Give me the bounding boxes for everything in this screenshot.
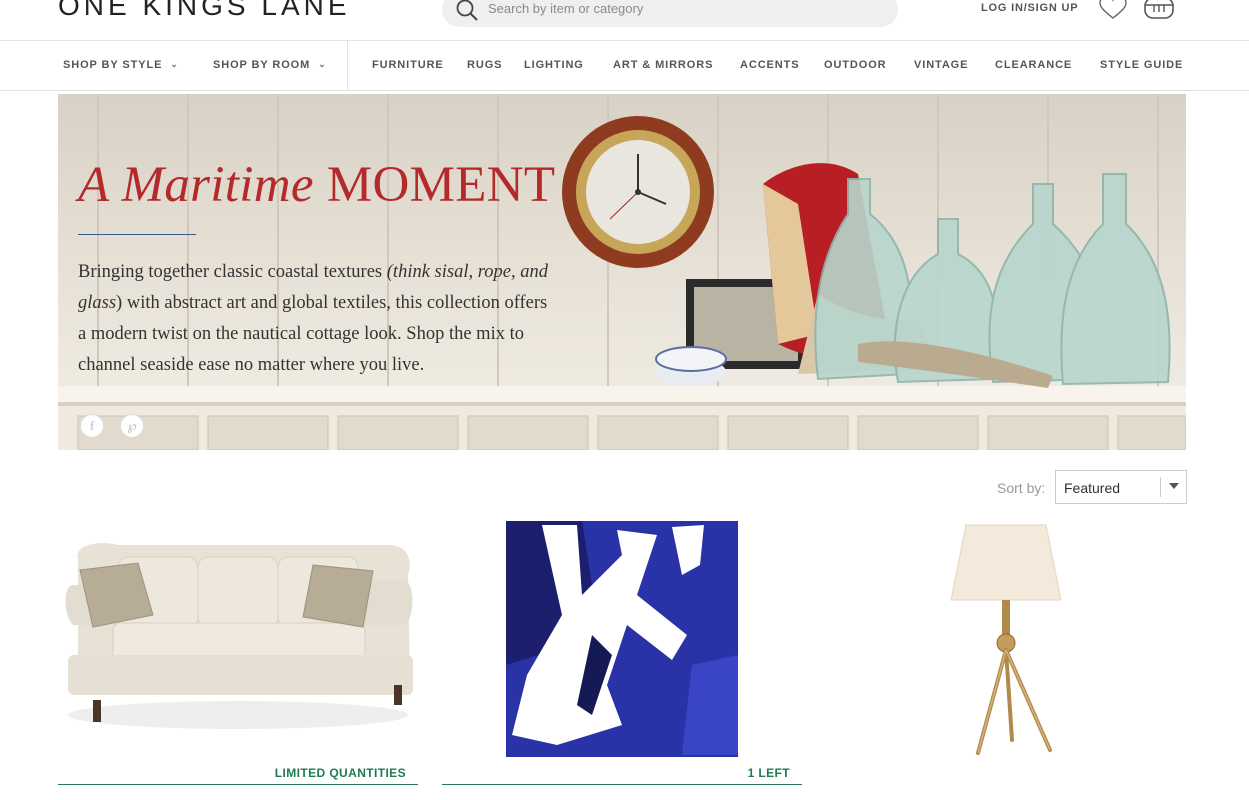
- sort-label: Sort by:: [997, 480, 1046, 496]
- product-badge: 1 LEFT: [747, 766, 790, 780]
- site-header: ONE KINGS LANE LOG IN/SIGN UP: [0, 0, 1249, 41]
- nav-shop-by-room[interactable]: SHOP BY ROOM ⌄: [213, 59, 327, 71]
- nav-label: SHOP BY ROOM: [213, 59, 311, 71]
- sort-separator: [1160, 477, 1161, 497]
- chevron-down-icon: ⌄: [318, 59, 327, 69]
- product-card-sofa[interactable]: LIMITED QUANTITIES: [58, 515, 418, 800]
- hero-banner[interactable]: A Maritime MOMENT Bringing together clas…: [58, 94, 1186, 450]
- product-underline: [442, 784, 802, 785]
- cart-icon[interactable]: [1142, 0, 1176, 20]
- nav-accents[interactable]: ACCENTS: [740, 59, 799, 71]
- nav-rugs[interactable]: RUGS: [467, 59, 502, 71]
- hero-title: A Maritime MOMENT: [78, 156, 555, 214]
- nav-outdoor[interactable]: OUTDOOR: [824, 59, 887, 71]
- hero-divider: [78, 234, 196, 235]
- chevron-down-icon: ⌄: [170, 59, 179, 69]
- product-card-painting[interactable]: 1 LEFT: [442, 515, 802, 800]
- product-underline: [58, 784, 418, 785]
- hero-body-start: Bringing together classic coastal textur…: [78, 262, 387, 282]
- nav-clearance[interactable]: CLEARANCE: [995, 59, 1072, 71]
- search-bar[interactable]: [442, 0, 898, 27]
- nav-style-guide[interactable]: STYLE GUIDE: [1100, 59, 1183, 71]
- login-signup-link[interactable]: LOG IN/SIGN UP: [981, 2, 1078, 14]
- nav-shop-by-style[interactable]: SHOP BY STYLE ⌄: [63, 59, 179, 71]
- nav-divider: [347, 41, 348, 91]
- nav-label: SHOP BY STYLE: [63, 59, 163, 71]
- product-badge: LIMITED QUANTITIES: [274, 766, 406, 780]
- search-input[interactable]: [488, 0, 878, 18]
- lamp-image[interactable]: [826, 515, 1186, 760]
- nav-vintage[interactable]: VINTAGE: [914, 59, 968, 71]
- hero-title-caps: MOMENT: [326, 157, 556, 213]
- hero-description: Bringing together classic coastal textur…: [78, 257, 553, 381]
- nav-art-mirrors[interactable]: ART & MIRRORS: [613, 59, 713, 71]
- site-logo[interactable]: ONE KINGS LANE: [58, 0, 351, 22]
- sort-dropdown[interactable]: Featured: [1055, 470, 1187, 504]
- main-nav: SHOP BY STYLE ⌄ SHOP BY ROOM ⌄ FURNITURE R…: [0, 41, 1249, 91]
- sort-selected-value: Featured: [1064, 480, 1121, 496]
- hero-title-italic: A Maritime: [78, 157, 314, 213]
- heart-icon[interactable]: [1098, 0, 1128, 20]
- painting-image[interactable]: [442, 515, 802, 760]
- hero-body-end: with abstract art and global textiles, t…: [78, 293, 548, 375]
- product-card-lamp[interactable]: [826, 515, 1186, 800]
- sofa-image[interactable]: [58, 515, 418, 760]
- caret-down-icon: [1169, 483, 1179, 489]
- nav-lighting[interactable]: LIGHTING: [524, 59, 584, 71]
- pinterest-share-icon[interactable]: ℘: [120, 414, 144, 438]
- search-icon[interactable]: [454, 0, 480, 22]
- facebook-share-icon[interactable]: f: [80, 414, 104, 438]
- nav-furniture[interactable]: FURNITURE: [372, 59, 444, 71]
